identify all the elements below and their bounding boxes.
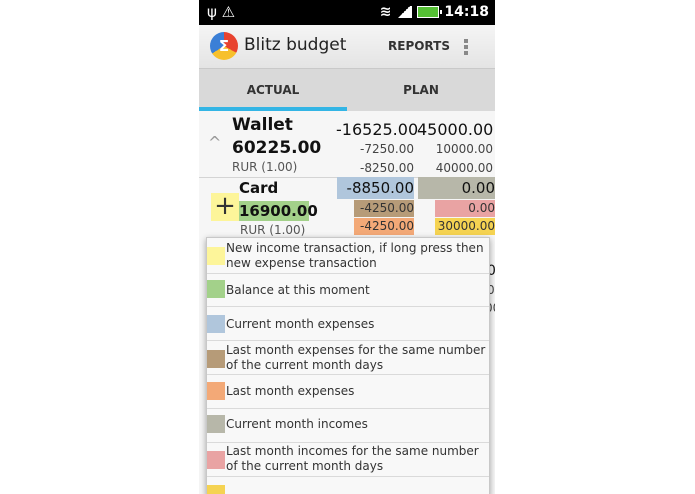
legend-swatch bbox=[207, 350, 225, 368]
account-currency-card: RUR (1.00) bbox=[240, 223, 306, 237]
card-plan-main[interactable]: 0.00 bbox=[418, 177, 495, 199]
tab-plan[interactable]: PLAN bbox=[347, 69, 495, 111]
signal-icon bbox=[396, 6, 413, 18]
add-transaction-icon[interactable]: + bbox=[211, 193, 239, 221]
legend-text: Last month expenses bbox=[226, 384, 355, 398]
legend-item bbox=[207, 477, 489, 494]
account-name-wallet[interactable]: Wallet bbox=[232, 115, 293, 135]
collapse-chevron-icon[interactable]: ^ bbox=[208, 133, 221, 152]
wifi-icon: ≋ bbox=[379, 4, 392, 20]
account-balance-card[interactable]: 16900.00 bbox=[239, 201, 318, 221]
legend-text: Last month expenses for the same number … bbox=[226, 343, 486, 372]
wallet-actual-sub2[interactable]: -8250.00 bbox=[354, 161, 414, 175]
account-balance-wallet: 60225.00 bbox=[232, 138, 322, 158]
wallet-actual-sub1[interactable]: -7250.00 bbox=[354, 142, 414, 156]
action-bar: Σ Blitz budget REPORTS bbox=[199, 25, 495, 69]
account-name-card[interactable]: Card bbox=[239, 179, 278, 197]
legend-item: Current month incomes bbox=[207, 409, 489, 443]
legend-text: Balance at this moment bbox=[226, 283, 370, 297]
tab-bar: ACTUAL PLAN bbox=[199, 69, 495, 111]
account-currency-wallet: RUR (1.00) bbox=[232, 160, 298, 174]
legend-swatch bbox=[207, 280, 225, 298]
usb-icon: ψ ⚠ bbox=[207, 3, 236, 21]
legend-item: Current month expenses bbox=[207, 307, 489, 341]
phone-screen: ψ ⚠ ≋ 14:18 Σ Blitz budget REPORTS ACTUA… bbox=[199, 0, 495, 494]
tab-actual[interactable]: ACTUAL bbox=[199, 69, 347, 111]
app-title: Blitz budget bbox=[244, 35, 347, 55]
card-actual-main[interactable]: -8850.00 bbox=[337, 177, 414, 199]
accounts-list: ^ Wallet 60225.00 RUR (1.00) -16525.00 4… bbox=[199, 111, 495, 494]
legend-item: Last month expenses for the same number … bbox=[207, 341, 489, 375]
status-time: 14:18 bbox=[444, 4, 489, 20]
legend-swatch bbox=[207, 485, 225, 494]
legend-item: New income transaction, if long press th… bbox=[207, 238, 489, 274]
legend-swatch bbox=[207, 415, 225, 433]
status-bar: ψ ⚠ ≋ 14:18 bbox=[199, 0, 495, 25]
legend-text: Current month incomes bbox=[226, 417, 368, 431]
wallet-plan-main[interactable]: 45000.00 bbox=[417, 120, 493, 139]
card-actual-sub1[interactable]: -4250.00 bbox=[354, 200, 414, 217]
wallet-plan-sub1[interactable]: 10000.00 bbox=[433, 142, 493, 156]
card-actual-sub2[interactable]: -4250.00 bbox=[354, 218, 414, 235]
overflow-menu-icon[interactable] bbox=[463, 37, 469, 57]
legend-item: Last month incomes for the same number o… bbox=[207, 443, 489, 477]
card-plan-sub1[interactable]: 0.00 bbox=[435, 200, 495, 217]
legend-swatch bbox=[207, 451, 225, 469]
wallet-actual-main[interactable]: -16525.00 bbox=[336, 120, 418, 139]
legend-text: Current month expenses bbox=[226, 317, 375, 331]
wallet-plan-sub2[interactable]: 40000.00 bbox=[433, 161, 493, 175]
legend-swatch bbox=[207, 247, 225, 265]
battery-icon bbox=[417, 6, 443, 18]
legend-text: New income transaction, if long press th… bbox=[226, 241, 484, 270]
legend-item: Last month expenses bbox=[207, 375, 489, 409]
card-plan-sub2[interactable]: 30000.00 bbox=[435, 218, 495, 235]
legend-text: Last month incomes for the same number o… bbox=[226, 444, 479, 473]
legend-swatch bbox=[207, 382, 225, 400]
color-legend-popup: New income transaction, if long press th… bbox=[206, 237, 490, 494]
app-logo-icon[interactable]: Σ bbox=[210, 32, 238, 60]
reports-button[interactable]: REPORTS bbox=[388, 39, 450, 53]
legend-swatch bbox=[207, 315, 225, 333]
legend-item: Balance at this moment bbox=[207, 274, 489, 307]
